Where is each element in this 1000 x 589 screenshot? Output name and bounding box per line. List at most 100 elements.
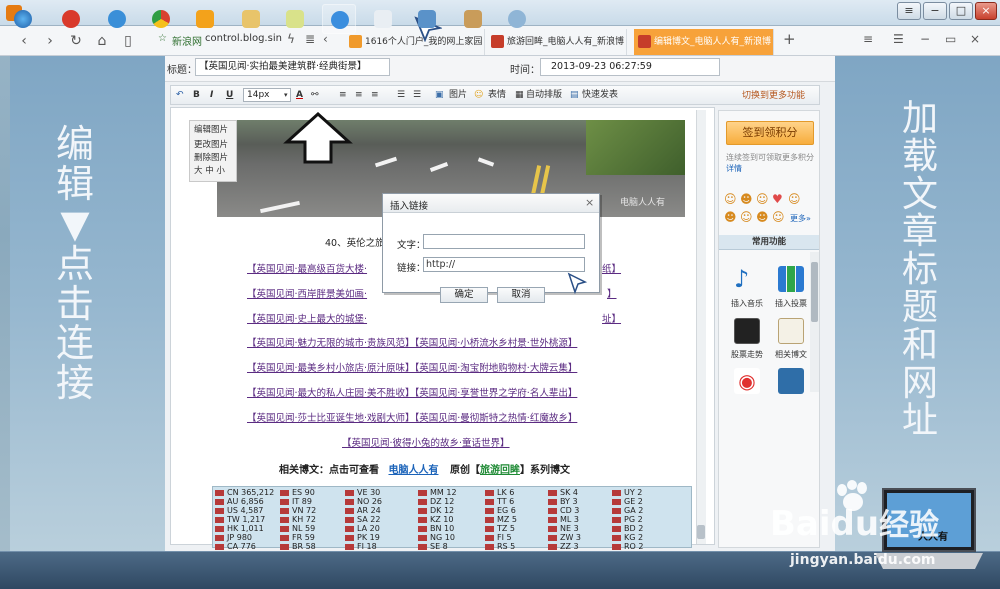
- refresh-icon[interactable]: ↻: [67, 32, 85, 50]
- win-minimize-icon[interactable]: −: [920, 32, 930, 46]
- align-right-icon[interactable]: ≡: [371, 89, 379, 102]
- taskbar-browser-active[interactable]: [322, 4, 356, 34]
- align-center-icon[interactable]: ≡: [355, 89, 363, 102]
- minimize-button[interactable]: −: [923, 2, 947, 20]
- tabs-menu-icon[interactable]: ≡: [863, 32, 873, 46]
- dialog-close-icon[interactable]: ×: [585, 196, 594, 209]
- unordered-list-icon[interactable]: ☰: [413, 89, 421, 102]
- content-link[interactable]: 【英国见闻·最高级百货大楼·: [247, 261, 367, 275]
- emoji-icon[interactable]: ☺: [740, 210, 753, 224]
- stock-trend-label[interactable]: 股票走势: [722, 349, 772, 360]
- bookmarks-icon[interactable]: ▯: [119, 32, 137, 50]
- feature-panel-scrollbar-thumb[interactable]: [811, 262, 818, 322]
- italic-button[interactable]: I: [210, 89, 213, 102]
- undo-icon[interactable]: ↶: [176, 89, 184, 102]
- taskbar-media[interactable]: [188, 4, 222, 34]
- taskbar-app[interactable]: [54, 4, 88, 34]
- new-tab-button[interactable]: +: [783, 30, 796, 48]
- emoji-icon[interactable]: ☺: [724, 192, 737, 206]
- emoji-icon[interactable]: ☻: [724, 210, 737, 224]
- change-image-item[interactable]: 更改图片: [194, 138, 228, 150]
- more-features-link[interactable]: 切换到更多功能: [742, 88, 805, 101]
- time-input[interactable]: 2013-09-23 06:27:59: [540, 58, 720, 76]
- related-post-icon[interactable]: [778, 318, 804, 344]
- content-link[interactable]: 【英国见闻·西岸胖景美如画·: [247, 286, 367, 300]
- emoji-icon[interactable]: ☺: [772, 210, 785, 224]
- music-note-icon[interactable]: ♪: [734, 266, 760, 292]
- content-link[interactable]: 【英国见闻·莎士比亚诞生地·戏剧大师】【英国见闻·曼彻斯特之热情·红魔故乡】: [247, 410, 577, 424]
- insert-music-label[interactable]: 插入音乐: [722, 298, 772, 309]
- ordered-list-icon[interactable]: ☰: [397, 89, 405, 102]
- emotion-button[interactable]: 表情: [488, 89, 506, 102]
- home-icon[interactable]: ⌂: [93, 32, 111, 50]
- editor-scrollbar[interactable]: [696, 110, 706, 544]
- win-close-icon[interactable]: ×: [970, 32, 980, 46]
- sign-in-button[interactable]: 签到领积分: [726, 121, 814, 145]
- content-link[interactable]: 【英国见闻·史上最大的城堡·: [247, 311, 367, 325]
- chevron-down-icon[interactable]: ▾: [284, 89, 288, 102]
- emoji-icon[interactable]: ☺: [788, 192, 801, 206]
- stock-trend-icon[interactable]: [734, 318, 760, 344]
- confirm-button[interactable]: 确定: [440, 287, 488, 303]
- content-link[interactable]: 【英国见闻·彼得小兔的故乡·童话世界】: [342, 435, 510, 449]
- content-link[interactable]: 址】: [602, 311, 621, 325]
- reader-icon[interactable]: ≣: [305, 32, 315, 46]
- related-series-link[interactable]: 旅游回眸: [480, 465, 520, 476]
- auto-layout-icon[interactable]: ▦: [515, 89, 524, 102]
- taskbar-chrome[interactable]: [144, 4, 178, 34]
- emoji-icon[interactable]: ☻: [756, 210, 769, 224]
- lightning-icon[interactable]: ϟ: [287, 32, 295, 46]
- link-text-input[interactable]: [423, 234, 585, 249]
- related-post-label[interactable]: 相关博文: [766, 349, 816, 360]
- content-link[interactable]: 【英国见闻·最美乡村小旅店·原汁原味】【英国见闻·淘宝附地购物村·大牌云集】: [247, 360, 577, 374]
- window-menu-icon[interactable]: ☰: [893, 32, 904, 46]
- image-button[interactable]: 图片: [449, 89, 467, 102]
- address-bar[interactable]: control.blog.sin: [205, 33, 282, 44]
- auto-layout-button[interactable]: 自动排版: [526, 89, 562, 102]
- forward-icon[interactable]: ›: [41, 32, 59, 50]
- insert-poll-label[interactable]: 插入投票: [766, 298, 816, 309]
- win-restore-icon[interactable]: ▭: [945, 32, 956, 46]
- underline-button[interactable]: U: [226, 89, 233, 102]
- related-author-link[interactable]: 电脑人人有: [388, 465, 438, 476]
- emoji-more-link[interactable]: 更多»: [790, 213, 811, 224]
- link-url-input[interactable]: [423, 257, 585, 272]
- quick-post-icon[interactable]: ▤: [570, 89, 579, 102]
- taskbar-misc[interactable]: [500, 4, 534, 34]
- content-link[interactable]: 【英国见闻·魅力无限的城市·贵族风范】【英国见闻·小桥流水乡村景·世外桃源】: [247, 335, 577, 349]
- maximize-button[interactable]: □: [949, 2, 973, 20]
- bold-button[interactable]: B: [193, 89, 200, 102]
- favorite-star-icon[interactable]: ☆: [158, 33, 167, 44]
- back-icon[interactable]: ‹: [15, 32, 33, 50]
- emoji-icon[interactable]: ☺: [756, 192, 769, 206]
- delete-image-item[interactable]: 删除图片: [194, 151, 228, 163]
- details-link[interactable]: 详情: [726, 164, 742, 173]
- layout-grid-icon[interactable]: [778, 368, 804, 394]
- taskbar-doc[interactable]: [366, 4, 400, 34]
- content-link[interactable]: 】: [607, 286, 617, 300]
- image-size-item[interactable]: 大 中 小: [194, 164, 225, 176]
- image-icon[interactable]: ▣: [435, 89, 444, 102]
- quick-post-button[interactable]: 快速发表: [582, 89, 618, 102]
- taskbar-notes[interactable]: [278, 4, 312, 34]
- content-link[interactable]: 【英国见闻·最大的私人庄园·美不胜收】【英国见闻·享誉世界之学府·名人辈出】: [247, 385, 577, 399]
- emoji-icon[interactable]: ♥: [772, 192, 783, 206]
- link-icon[interactable]: ⚯: [311, 89, 319, 102]
- emotion-icon[interactable]: ☺: [474, 89, 483, 102]
- font-color-button[interactable]: A: [296, 89, 303, 102]
- poll-chart-icon[interactable]: [778, 266, 804, 292]
- cancel-button[interactable]: 取消: [497, 287, 545, 303]
- emoji-icon[interactable]: ☻: [740, 192, 753, 206]
- favorite-link[interactable]: 新浪网: [172, 33, 202, 48]
- align-left-icon[interactable]: ≡: [339, 89, 347, 102]
- close-button[interactable]: ×: [975, 2, 997, 20]
- menu-button[interactable]: ≡: [897, 2, 921, 20]
- taskbar-paint[interactable]: [456, 4, 490, 34]
- content-link[interactable]: 纸】: [602, 261, 621, 275]
- title-input[interactable]: 【英国见闻·实拍最美建筑群·经典街景】: [195, 58, 390, 76]
- weibo-icon[interactable]: ◉: [734, 368, 760, 394]
- taskbar-ie[interactable]: [100, 4, 134, 34]
- taskbar-remote[interactable]: [410, 4, 444, 34]
- taskbar-explorer[interactable]: [234, 4, 268, 34]
- editor-scrollbar-thumb[interactable]: [697, 525, 705, 539]
